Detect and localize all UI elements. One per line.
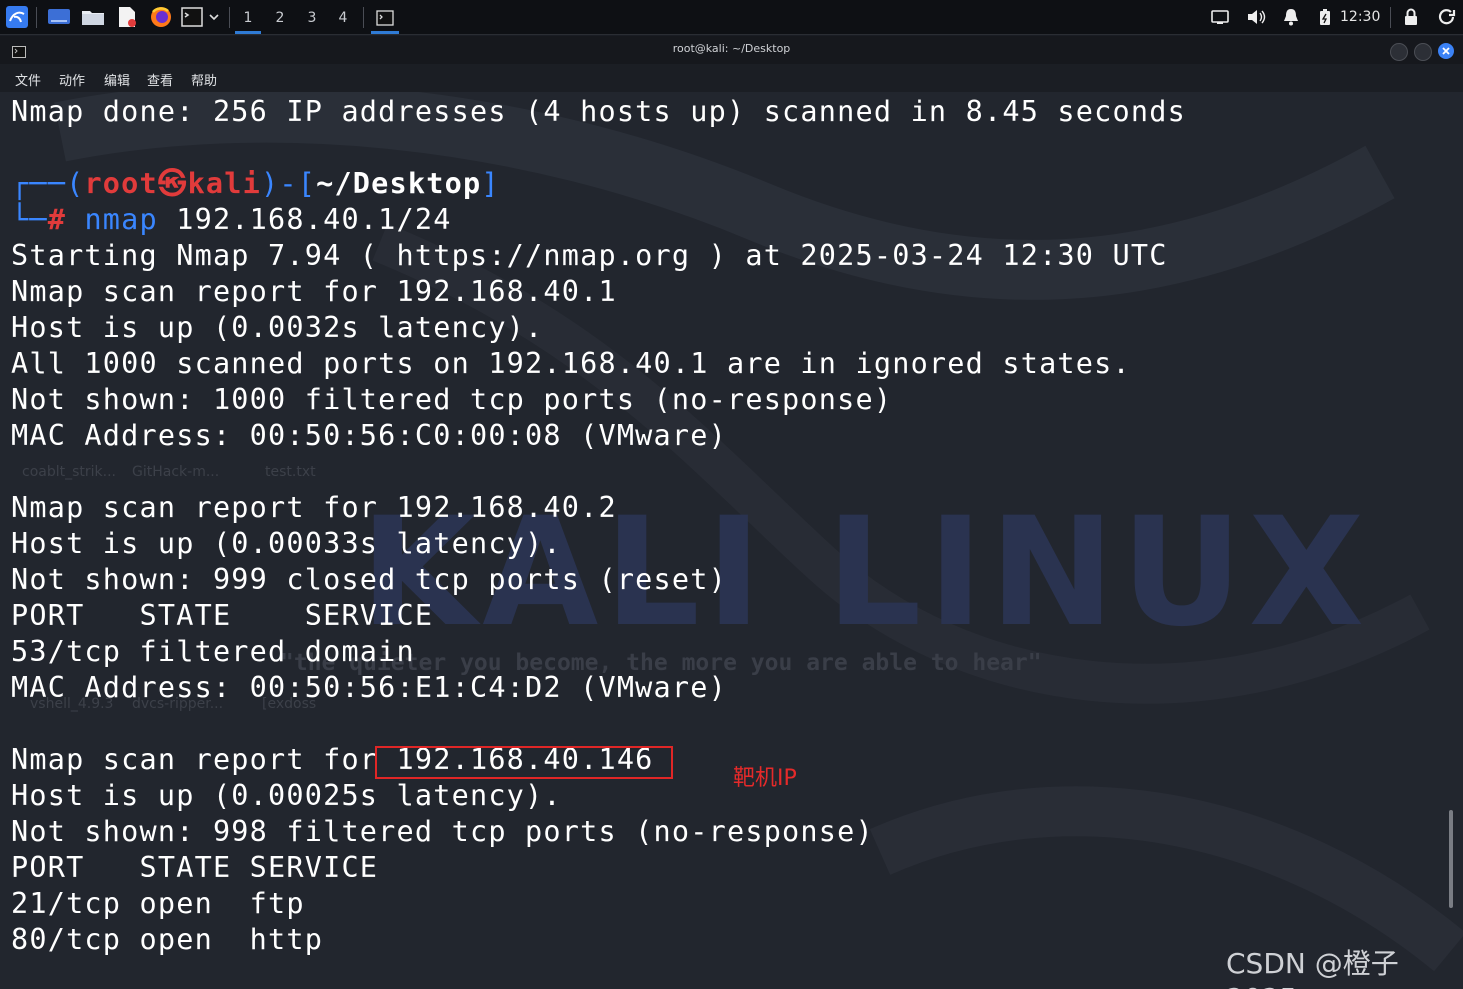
workspace-4[interactable]: 4 — [328, 0, 358, 35]
output-line: Nmap scan report for 192.168.40.2 — [11, 491, 617, 524]
close-icon — [1442, 47, 1450, 55]
output-line: Nmap scan report for 192.168.40.1 — [11, 275, 617, 308]
output-line: All 1000 scanned ports on 192.168.40.1 a… — [11, 347, 1131, 380]
csdn-watermark: CSDN @橙子2025 — [1226, 947, 1399, 989]
prompt-corner: └─ — [11, 203, 48, 236]
menu-help[interactable]: 帮助 — [191, 70, 217, 89]
workspace-1[interactable]: 1 — [233, 0, 263, 35]
menu-bar: 文件 动作 编辑 查看 帮助 — [0, 64, 1463, 92]
workspace-3[interactable]: 3 — [297, 0, 327, 35]
output-line: 80/tcp open http — [11, 923, 324, 956]
prompt-mid: )-[ — [261, 167, 317, 200]
window-title: root@kali: ~/Desktop — [672, 42, 791, 55]
window-task-icon[interactable] — [369, 0, 401, 35]
desktop-icon-label: test.txt — [265, 464, 316, 480]
terminal-scrollbar[interactable] — [1449, 810, 1453, 908]
nmap-summary-line: Nmap done: 256 IP addresses (4 hosts up)… — [11, 95, 1186, 128]
prompt-host: kali — [187, 167, 262, 200]
lock-icon[interactable] — [1402, 5, 1420, 29]
terminal-icon[interactable] — [180, 5, 204, 29]
display-icon[interactable] — [1210, 5, 1230, 29]
output-line: Starting Nmap 7.94 ( https://nmap.org ) … — [11, 239, 1168, 272]
notification-bell-icon[interactable] — [1282, 5, 1300, 29]
minimize-button[interactable] — [1390, 43, 1408, 61]
output-line: PORT STATE SERVICE — [11, 851, 379, 884]
prompt-close: ] — [481, 167, 500, 200]
output-line: Host is up (0.00025s latency). — [11, 779, 562, 812]
show-desktop-icon[interactable] — [46, 5, 72, 29]
close-button[interactable] — [1438, 43, 1454, 59]
window-titlebar[interactable]: root@kali: ~/Desktop — [0, 36, 1463, 64]
output-line: PORT STATE SERVICE — [11, 599, 434, 632]
maximize-button[interactable] — [1414, 43, 1432, 61]
output-line: Host is up (0.0032s latency). — [11, 311, 544, 344]
prompt-path: ~/Desktop — [316, 167, 482, 200]
prompt-user: root — [84, 167, 158, 200]
panel-separator — [363, 7, 364, 28]
panel-clock[interactable]: 12:30 — [1340, 0, 1380, 35]
panel-separator — [36, 7, 37, 28]
prompt-line: ┌──(root㉿kali)-[~/Desktop] — [11, 166, 500, 202]
battery-icon — [1316, 5, 1334, 29]
prompt-open: ┌──( — [11, 167, 85, 200]
menu-edit[interactable]: 编辑 — [104, 70, 130, 89]
menu-action[interactable]: 动作 — [59, 70, 85, 89]
firefox-icon[interactable] — [148, 5, 174, 29]
dropdown-icon[interactable] — [206, 5, 222, 29]
text-editor-icon[interactable] — [115, 5, 139, 29]
desktop-icon-label: coablt_strik... — [22, 464, 116, 480]
prompt-skull-icon: ㉿ — [157, 167, 188, 200]
output-line: Host is up (0.00033s latency). — [11, 527, 562, 560]
output-line: Not shown: 1000 filtered tcp ports (no-r… — [11, 383, 893, 416]
menu-file[interactable]: 文件 — [15, 70, 41, 89]
prompt-hash: # — [47, 203, 67, 236]
menu-view[interactable]: 查看 — [147, 70, 173, 89]
volume-icon[interactable] — [1245, 5, 1267, 29]
command-line: └─# nmap 192.168.40.1/24 — [11, 202, 452, 238]
kali-menu-icon[interactable] — [4, 5, 30, 29]
output-line: MAC Address: 00:50:56:C0:00:08 (VMware) — [11, 419, 727, 452]
command-argument: 192.168.40.1/24 — [176, 203, 452, 236]
file-manager-icon[interactable] — [80, 5, 106, 29]
output-line: Not shown: 999 closed tcp ports (reset) — [11, 563, 727, 596]
workspace-2[interactable]: 2 — [265, 0, 295, 35]
target-ip-highlight-box — [375, 746, 673, 779]
output-line: 53/tcp filtered domain — [11, 635, 415, 668]
output-line: Not shown: 998 filtered tcp ports (no-re… — [11, 815, 874, 848]
top-panel: 1 2 3 4 12:30 — [0, 0, 1463, 35]
output-line: 21/tcp open ftp — [11, 887, 305, 920]
desktop-icon-label: GitHack-m... — [132, 464, 219, 480]
output-line: MAC Address: 00:50:56:E1:C4:D2 (VMware) — [11, 671, 727, 704]
command-name: nmap — [84, 203, 158, 236]
panel-separator — [1390, 7, 1391, 28]
target-ip-annotation: 靶机IP — [733, 766, 797, 791]
power-icon[interactable] — [1437, 5, 1457, 29]
terminal-output[interactable]: KALI LINUX "the quieter you become, the … — [0, 92, 1463, 989]
panel-separator — [229, 7, 230, 28]
